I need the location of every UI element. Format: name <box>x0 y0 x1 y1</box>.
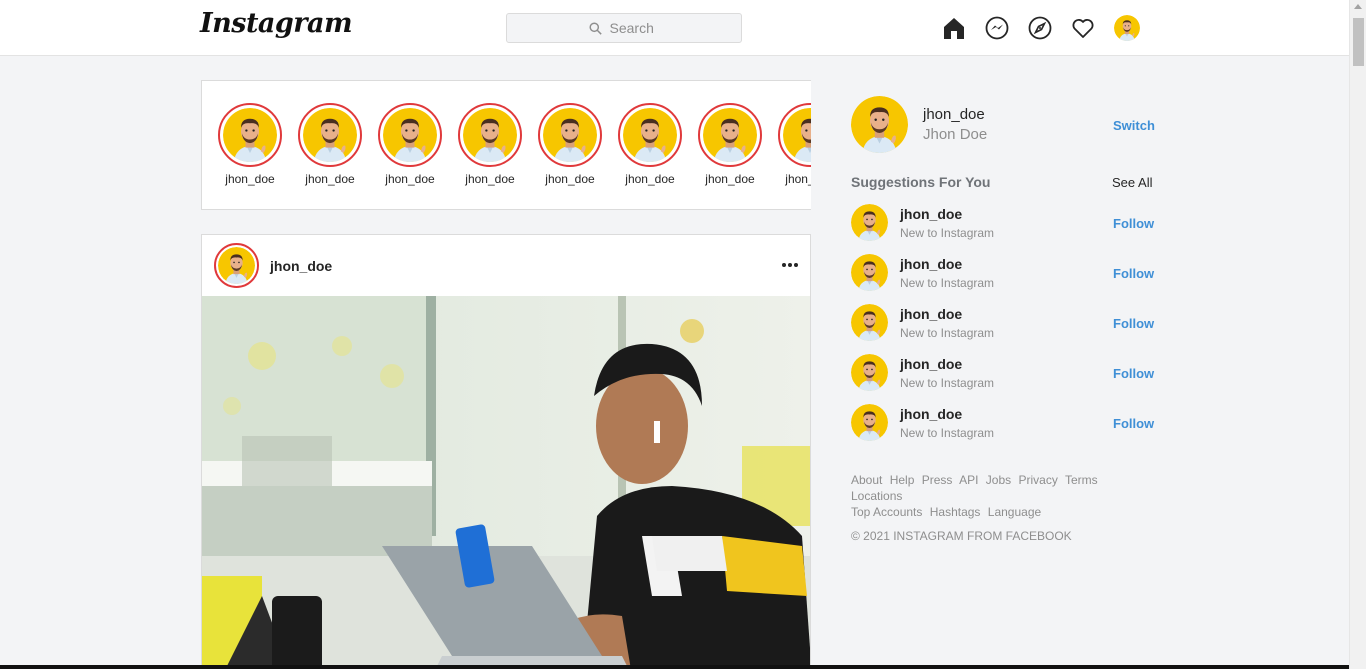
story-item[interactable]: jhon_doe <box>530 103 610 186</box>
switch-account-button[interactable]: Switch <box>1113 118 1155 133</box>
bottom-edge-bar <box>0 665 1349 669</box>
suggestion-avatar[interactable] <box>851 254 888 291</box>
sidebar-fullname: Jhon Doe <box>923 126 988 143</box>
copyright-text: © 2021 INSTAGRAM FROM FACEBOOK <box>851 529 1072 543</box>
suggestion-subtitle: New to Instagram <box>900 426 995 440</box>
more-options-icon[interactable] <box>780 255 800 275</box>
suggestion-avatar[interactable] <box>851 304 888 341</box>
post-header: jhon_doe <box>202 235 810 297</box>
suggestion-username[interactable]: jhon_doe <box>900 356 962 372</box>
follow-button[interactable]: Follow <box>1113 366 1154 381</box>
footer-link[interactable]: About <box>851 473 882 487</box>
story-username: jhon_doe <box>385 172 435 186</box>
feed-post: jhon_doe <box>201 234 811 669</box>
heart-icon[interactable] <box>1071 16 1095 40</box>
story-item[interactable]: jhon_doe <box>450 103 530 186</box>
suggestion-item: jhon_doe New to Instagram Follow <box>851 304 1154 344</box>
story-username: jhon_doe <box>705 172 755 186</box>
story-item[interactable]: jhon_doe <box>690 103 770 186</box>
home-icon[interactable] <box>942 16 966 40</box>
story-item[interactable]: jhon_doe <box>610 103 690 186</box>
footer-link[interactable]: Help <box>890 473 915 487</box>
story-avatar <box>223 108 277 162</box>
suggestion-avatar[interactable] <box>851 354 888 391</box>
story-avatar <box>383 108 437 162</box>
stories-bar: jhon_doe jhon_doe jhon_doe jhon_doe jhon… <box>201 80 811 210</box>
footer-links: About Help Press API Jobs Privacy Terms … <box>851 472 1151 520</box>
footer-link[interactable]: Language <box>988 505 1041 519</box>
suggestion-subtitle: New to Instagram <box>900 326 995 340</box>
vertical-scrollbar[interactable] <box>1349 0 1366 669</box>
post-author-avatar[interactable] <box>214 243 259 288</box>
suggestion-subtitle: New to Instagram <box>900 226 995 240</box>
suggestion-avatar[interactable] <box>851 404 888 441</box>
story-avatar <box>543 108 597 162</box>
footer-link[interactable]: Locations <box>851 489 902 503</box>
search-input[interactable] <box>609 20 660 36</box>
sidebar-profile-avatar[interactable] <box>851 96 908 153</box>
story-item[interactable]: jhon_doe <box>290 103 370 186</box>
suggestion-avatar[interactable] <box>851 204 888 241</box>
suggestion-item: jhon_doe New to Instagram Follow <box>851 404 1154 444</box>
scroll-up-arrow-icon[interactable] <box>1354 4 1362 9</box>
story-username: jhon_doe <box>545 172 595 186</box>
suggestion-item: jhon_doe New to Instagram Follow <box>851 354 1154 394</box>
story-username: jhon_doe <box>785 172 811 186</box>
suggestion-subtitle: New to Instagram <box>900 276 995 290</box>
messenger-icon[interactable] <box>985 16 1009 40</box>
suggestion-username[interactable]: jhon_doe <box>900 206 962 222</box>
suggestion-username[interactable]: jhon_doe <box>900 406 962 422</box>
explore-compass-icon[interactable] <box>1028 16 1052 40</box>
nav-icons <box>942 15 1140 41</box>
instagram-logo[interactable]: Instagram <box>200 8 353 39</box>
suggestions-heading: Suggestions For You <box>851 174 991 190</box>
footer-link[interactable]: Terms <box>1065 473 1098 487</box>
footer-link[interactable]: Hashtags <box>930 505 981 519</box>
footer-link[interactable]: Jobs <box>986 473 1011 487</box>
follow-button[interactable]: Follow <box>1113 316 1154 331</box>
story-username: jhon_doe <box>225 172 275 186</box>
story-username: jhon_doe <box>625 172 675 186</box>
search-icon <box>588 21 602 35</box>
suggestion-item: jhon_doe New to Instagram Follow <box>851 254 1154 294</box>
follow-button[interactable]: Follow <box>1113 216 1154 231</box>
story-username: jhon_doe <box>465 172 515 186</box>
story-username: jhon_doe <box>305 172 355 186</box>
suggestion-username[interactable]: jhon_doe <box>900 306 962 322</box>
top-navigation-bar: Instagram <box>0 0 1349 56</box>
post-author-username[interactable]: jhon_doe <box>270 258 332 274</box>
story-item[interactable]: jhon_doe <box>770 103 811 186</box>
story-item[interactable]: jhon_doe <box>210 103 290 186</box>
suggestion-subtitle: New to Instagram <box>900 376 995 390</box>
story-avatar <box>703 108 757 162</box>
footer-link[interactable]: Top Accounts <box>851 505 922 519</box>
story-avatar <box>783 108 811 162</box>
story-avatar <box>303 108 357 162</box>
suggestion-username[interactable]: jhon_doe <box>900 256 962 272</box>
scrollbar-thumb[interactable] <box>1353 18 1364 66</box>
follow-button[interactable]: Follow <box>1113 266 1154 281</box>
story-item[interactable]: jhon_doe <box>370 103 450 186</box>
story-avatar <box>463 108 517 162</box>
profile-avatar[interactable] <box>1114 15 1140 41</box>
story-avatar <box>623 108 677 162</box>
sidebar-username[interactable]: jhon_doe <box>923 106 985 123</box>
footer-link[interactable]: API <box>959 473 978 487</box>
search-box[interactable] <box>506 13 742 43</box>
office-photo-illustration <box>202 296 810 669</box>
post-photo[interactable] <box>202 296 810 669</box>
footer-link[interactable]: Privacy <box>1018 473 1057 487</box>
footer-link[interactable]: Press <box>922 473 953 487</box>
follow-button[interactable]: Follow <box>1113 416 1154 431</box>
suggestion-item: jhon_doe New to Instagram Follow <box>851 204 1154 244</box>
see-all-link[interactable]: See All <box>1112 175 1152 190</box>
